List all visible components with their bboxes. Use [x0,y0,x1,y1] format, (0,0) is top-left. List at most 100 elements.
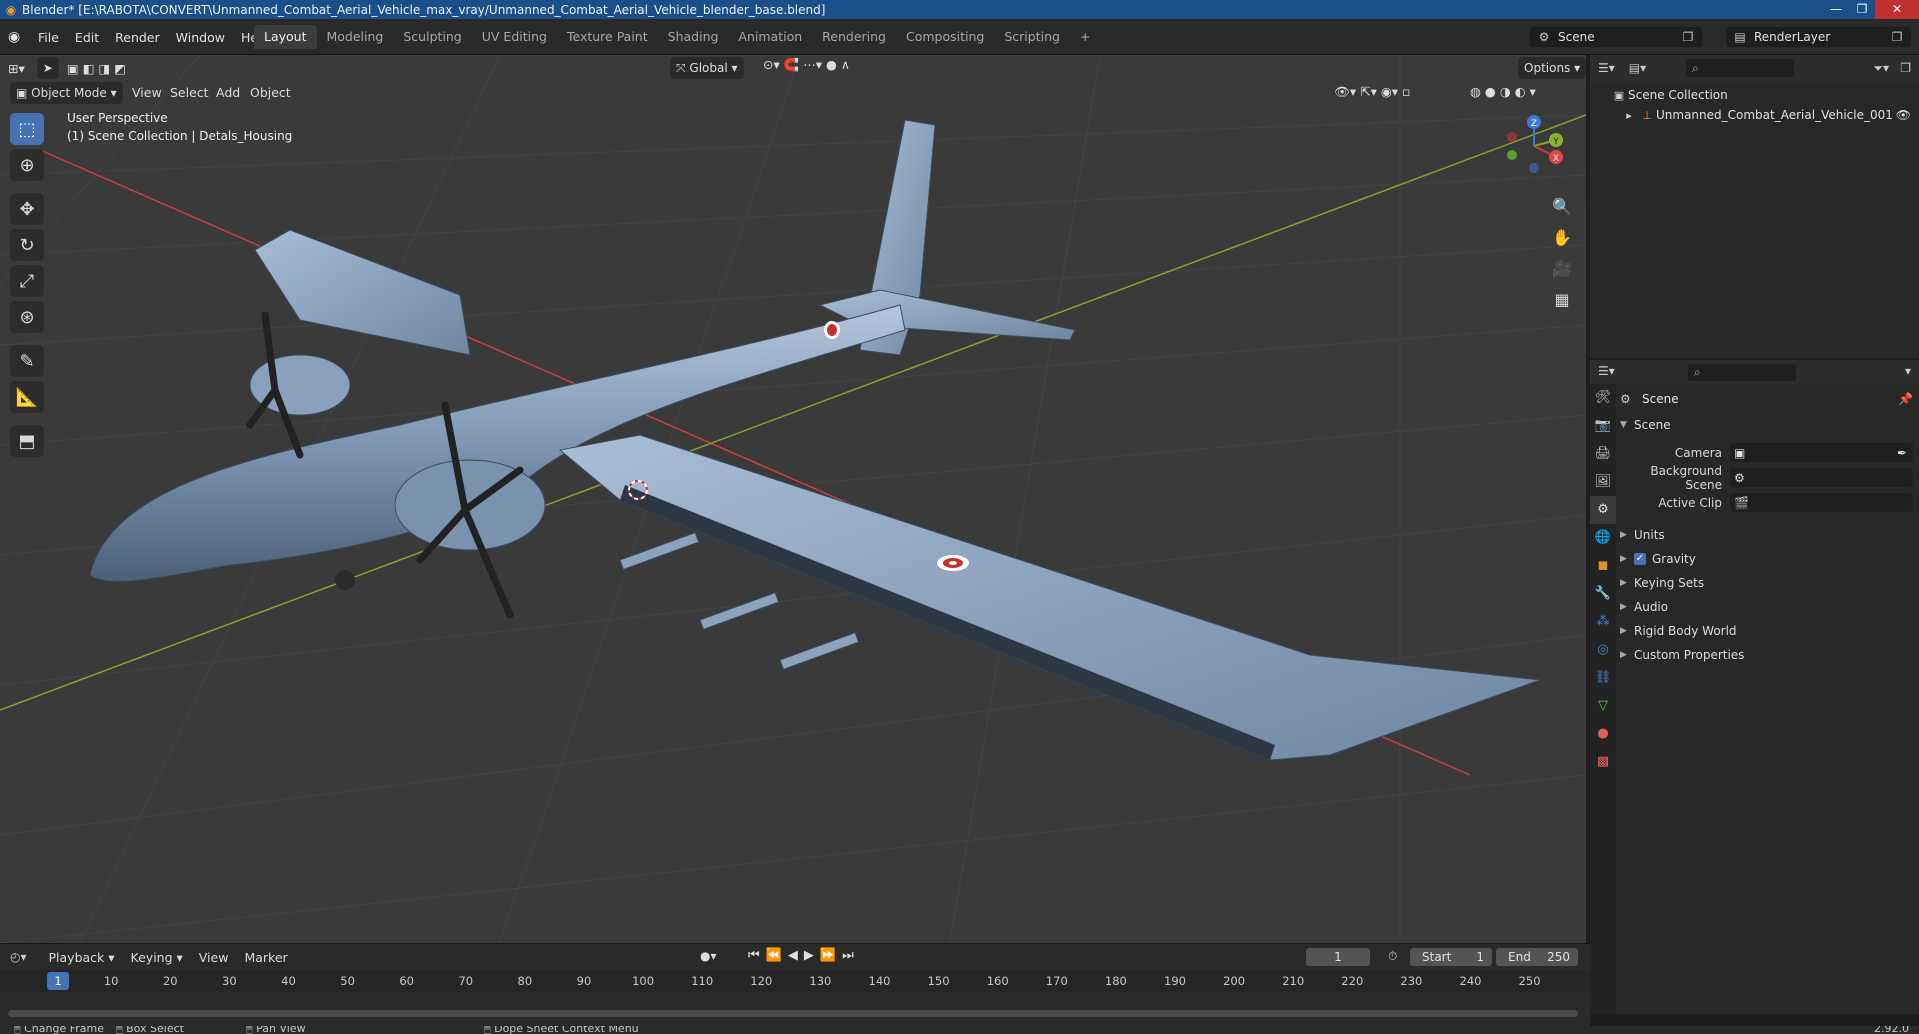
menu-view[interactable]: View [191,950,237,965]
audio-subpanel[interactable]: ▶ Audio [1620,595,1913,619]
scene-section-header[interactable]: ▼ Scene [1620,414,1913,436]
tab-compositing[interactable]: Compositing [896,25,994,49]
expand-arrow-icon[interactable]: ▸ [1620,109,1638,122]
outliner-item-row[interactable]: ▸ ⊥ Unmanned_Combat_Aerial_Vehicle_001 👁 [1590,105,1919,125]
options-dropdown[interactable]: Options ▾ [1518,57,1586,79]
menu-file[interactable]: File [30,30,67,45]
properties-search-input[interactable]: ⌕ [1688,364,1796,381]
playhead-frame-indicator[interactable]: 1 [47,972,69,990]
tab-layout[interactable]: Layout [254,25,317,49]
end-frame-field[interactable]: End 250 [1496,948,1578,966]
view-layer-tab-icon[interactable]: 🖼 [1590,468,1616,496]
modifier-tab-icon[interactable]: 🔧 [1590,580,1616,608]
shading-mode-icons[interactable]: ◍ ● ◑ ◐ ▾ [1462,84,1544,99]
rigid-body-world-subpanel[interactable]: ▶ Rigid Body World [1620,619,1913,643]
output-tab-icon[interactable]: 🖨 [1590,440,1616,468]
minimize-icon[interactable]: — [1823,0,1849,19]
world-tab-icon[interactable]: 🌐 [1590,524,1616,552]
data-tab-icon[interactable]: ▽ [1590,692,1616,720]
timeline-scrollbar[interactable] [8,1010,1578,1017]
mode-dropdown[interactable]: ▣ Object Mode ▾ [10,82,123,104]
custom-properties-subpanel[interactable]: ▶ Custom Properties [1620,643,1913,667]
visibility-overlay-icons[interactable]: 👁▾ ⇱▾ ◉▾ ▫ [1326,84,1418,100]
tab-sculpting[interactable]: Sculpting [393,25,471,49]
record-icon[interactable]: ●▾ [700,949,717,963]
scene-tab-icon[interactable]: ⚙ [1590,496,1616,524]
start-frame-field[interactable]: Start 1 [1410,948,1492,966]
particles-tab-icon[interactable]: ⁂ [1590,608,1616,636]
tab-uv-editing[interactable]: UV Editing [472,25,557,49]
tab-shading[interactable]: Shading [658,25,729,49]
pivot-snap-icons[interactable]: ⊙▾ 🧲 ⋯▾ ● ∧ [755,57,858,73]
camera-field[interactable]: ▣ ✒ [1730,443,1913,462]
pin-icon[interactable]: 📌 [1898,392,1913,406]
gravity-subpanel[interactable]: ▶ ✓ Gravity [1620,547,1913,571]
menu-render[interactable]: Render [107,30,168,45]
selection-mode-icons[interactable]: ▣ ◧ ◨ ◩ [59,61,134,76]
blender-logo-icon[interactable]: ◉ [8,29,24,45]
new-view-layer-icon[interactable]: ❐ [1883,30,1911,44]
menu-object[interactable]: Object [242,85,299,100]
gravity-checkbox[interactable]: ✓ [1634,553,1646,565]
units-subpanel[interactable]: ▶ Units [1620,523,1913,547]
new-collection-icon[interactable]: ❐ [1900,61,1911,75]
move-tool-icon[interactable]: ✥ [10,193,44,225]
camera-view-icon[interactable]: 🎥 [1548,255,1576,283]
display-mode-icon[interactable]: ▤▾ [1629,61,1646,75]
tab-modeling[interactable]: Modeling [317,25,394,49]
transform-orientation-dropdown[interactable]: ⤧ Global ▾ [670,57,744,79]
chevron-down-icon[interactable]: ▾ [1905,364,1911,378]
annotate-tool-icon[interactable]: ✎ [10,345,44,377]
editor-type-icon[interactable]: ⊞▾ [0,61,33,76]
menu-playback[interactable]: Playback ▾ [41,950,123,965]
scale-tool-icon[interactable]: ⤢ [10,265,44,297]
menu-edit[interactable]: Edit [67,30,107,45]
maximize-icon[interactable]: ❐ [1849,0,1875,19]
preview-range-icon[interactable]: ⏱ [1388,949,1397,964]
outliner-search-input[interactable]: ⌕ [1686,59,1794,77]
menu-window[interactable]: Window [168,30,233,45]
filter-icon[interactable]: ⏷▾ [1873,61,1889,76]
properties-editor-icon[interactable]: ☰▾ [1598,364,1615,378]
tab-rendering[interactable]: Rendering [812,25,896,49]
object-tab-icon[interactable]: ◼ [1590,552,1616,580]
timeline-editor-icon[interactable]: ◴▾ [10,950,27,964]
tab-animation[interactable]: Animation [728,25,812,49]
outliner-editor-icon[interactable]: ☰▾ [1598,61,1615,75]
texture-tab-icon[interactable]: ▩ [1590,748,1616,776]
render-tab-icon[interactable]: 📷 [1590,412,1616,440]
navigation-gizmo[interactable]: X Y Z [1498,110,1570,182]
ortho-grid-icon[interactable]: ▦ [1548,286,1576,314]
scene-selector[interactable]: ⚙ Scene ❐ [1530,27,1702,47]
tool-tab-icon[interactable]: 🛠 [1590,384,1616,412]
measure-tool-icon[interactable]: 📐 [10,381,44,413]
background-scene-field[interactable]: ⚙ [1730,468,1913,487]
active-clip-field[interactable]: 🎬 [1730,493,1913,512]
outliner-root-row[interactable]: ▣ Scene Collection [1590,85,1919,105]
keying-sets-subpanel[interactable]: ▶ Keying Sets [1620,571,1913,595]
current-frame-field[interactable]: 1 [1306,948,1370,966]
select-tool-icon[interactable]: ➤ [36,57,59,79]
material-tab-icon[interactable]: ● [1590,720,1616,748]
frame-ruler[interactable]: 1102030405060708090100110120130140150160… [0,970,1590,992]
playback-controls[interactable]: ⏮⏪◀▶⏩⏭ [748,948,860,963]
rotate-tool-icon[interactable]: ↻ [10,229,44,261]
constraints-tab-icon[interactable]: ⛓ [1590,664,1616,692]
select-box-tool-icon[interactable]: ⬚ [10,113,44,145]
close-icon[interactable]: ✕ [1875,0,1919,19]
new-scene-icon[interactable]: ❐ [1674,30,1702,44]
cursor-tool-icon[interactable]: ⊕ [10,149,44,181]
tab-scripting[interactable]: Scripting [994,25,1070,49]
menu-marker[interactable]: Marker [236,950,295,965]
add-cube-tool-icon[interactable]: ⬒ [10,425,44,457]
zoom-icon[interactable]: 🔍 [1548,193,1576,221]
eye-visibility-icon[interactable]: 👁 [1896,108,1911,122]
add-workspace-button[interactable]: + [1070,25,1100,49]
3d-viewport[interactable]: ⊞▾ ➤ ▣ ◧ ◨ ◩ ⤧ Global ▾ ⊙▾ 🧲 ⋯▾ ● ∧ Opti… [0,55,1586,943]
menu-keying[interactable]: Keying ▾ [123,950,191,965]
physics-tab-icon[interactable]: ◎ [1590,636,1616,664]
eyedropper-icon[interactable]: ✒ [1897,446,1913,460]
tab-texture-paint[interactable]: Texture Paint [557,25,658,49]
transform-tool-icon[interactable]: ⊛ [10,301,44,333]
view-layer-selector[interactable]: ▤ RenderLayer ❐ [1726,27,1911,47]
